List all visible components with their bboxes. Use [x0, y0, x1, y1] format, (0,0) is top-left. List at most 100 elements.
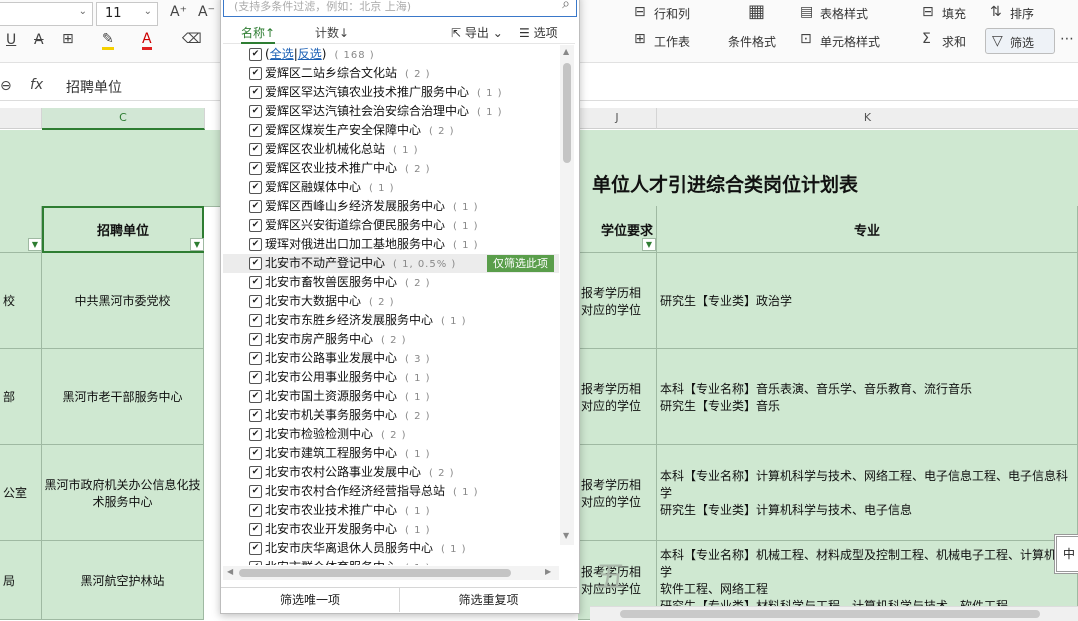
- filter-item-row[interactable]: ✔ 北安市农村合作经济经营指导总站 ( 1 ): [223, 482, 559, 501]
- filter-dropdown-icon[interactable]: ▼: [28, 238, 42, 251]
- fx-icon[interactable]: fx: [30, 77, 43, 93]
- cell-k[interactable]: 本科【专业名称】计算机科学与技术、网络工程、电子信息工程、电子信息科学 研究生【…: [657, 445, 1078, 541]
- cell-k[interactable]: 本科【专业名称】音乐表演、音乐学、音乐教育、流行音乐 研究生【专业类】音乐: [657, 349, 1078, 445]
- checkbox[interactable]: ✔: [249, 447, 262, 460]
- header-cell-c[interactable]: 招聘单位 ▼: [42, 206, 204, 253]
- cell-j[interactable]: 报考学历相 对应的学位: [578, 349, 657, 445]
- filter-item-row[interactable]: ✔ 爱辉区融媒体中心 ( 1 ): [223, 178, 559, 197]
- sheet-horizontal-scrollbar[interactable]: [590, 606, 1078, 621]
- checkbox[interactable]: ✔: [249, 67, 262, 80]
- conditional-format-button[interactable]: 条件格式: [728, 33, 776, 50]
- scroll-thumb[interactable]: [239, 569, 511, 577]
- checkbox[interactable]: ✔: [249, 485, 262, 498]
- sum-button[interactable]: 求和: [942, 33, 966, 50]
- increase-font-icon[interactable]: A⁺: [170, 4, 187, 20]
- scroll-down-icon[interactable]: ▼: [563, 531, 569, 540]
- scroll-thumb[interactable]: [620, 610, 1040, 618]
- export-button[interactable]: ⇱ 导出 ⌄: [451, 24, 503, 41]
- scroll-thumb[interactable]: [563, 63, 571, 163]
- checkbox[interactable]: ✔: [249, 333, 262, 346]
- scroll-up-icon[interactable]: ▲: [563, 47, 569, 56]
- worksheet-button[interactable]: 工作表: [654, 33, 690, 50]
- filter-item-row[interactable]: ✔ 北安市检验检测中心 ( 2 ): [223, 425, 559, 444]
- cell-b[interactable]: 校: [0, 253, 42, 349]
- filter-item-row[interactable]: ✔ 爱辉区西峰山乡经济发展服务中心 ( 1 ): [223, 197, 559, 216]
- table-style-button[interactable]: 表格样式: [820, 5, 868, 22]
- cell-j[interactable]: 报考学历相 对应的学位: [578, 253, 657, 349]
- filter-item-row[interactable]: ✔ 北安市大数据中心 ( 2 ): [223, 292, 559, 311]
- filter-item-row[interactable]: ✔ 爱辉区兴安街道综合便民服务中心 ( 1 ): [223, 216, 559, 235]
- filter-item-row[interactable]: ✔ 北安市农业技术推广中心 ( 1 ): [223, 501, 559, 520]
- column-header-k[interactable]: K: [657, 108, 1078, 129]
- checkbox[interactable]: ✔: [249, 523, 262, 536]
- filter-dropdown-icon[interactable]: ▼: [642, 238, 656, 251]
- only-filter-this-button[interactable]: 仅筛选此项: [487, 255, 554, 272]
- cell-b[interactable]: 局: [0, 541, 42, 620]
- cell-c[interactable]: 黑河市老干部服务中心: [42, 349, 204, 445]
- checkbox[interactable]: ✔: [249, 504, 262, 517]
- filter-item-row[interactable]: ✔ 北安市国土资源服务中心 ( 1 ): [223, 387, 559, 406]
- checkbox[interactable]: ✔: [249, 200, 262, 213]
- tab-sort-by-name[interactable]: 名称↑: [241, 24, 276, 44]
- font-size-select[interactable]: 11 ⌄: [96, 2, 158, 26]
- filter-unique-button[interactable]: 筛选唯一项: [221, 588, 400, 612]
- column-header-b[interactable]: [0, 108, 42, 129]
- checkbox[interactable]: ✔: [249, 561, 262, 565]
- filter-item-row[interactable]: ✔ 北安市机关事务服务中心 ( 2 ): [223, 406, 559, 425]
- header-cell-k[interactable]: 专业: [657, 206, 1078, 253]
- strikethrough-icon[interactable]: A: [34, 32, 44, 48]
- cell-b[interactable]: 公室: [0, 445, 42, 541]
- scroll-right-icon[interactable]: ▶: [545, 567, 551, 576]
- checkbox[interactable]: ✔: [249, 143, 262, 156]
- filter-dropdown-icon[interactable]: ▼: [190, 238, 204, 251]
- filter-item-row[interactable]: ✔ 北安市农村公路事业发展中心 ( 2 ): [223, 463, 559, 482]
- filter-item-row[interactable]: ✔ 北安市畜牧兽医服务中心 ( 2 ): [223, 273, 559, 292]
- font-color-icon[interactable]: A: [142, 31, 152, 50]
- filter-item-row[interactable]: ✔ 爱辉区煤炭生产安全保障中心 ( 2 ): [223, 121, 559, 140]
- tab-sort-by-count[interactable]: 计数↓: [315, 24, 349, 41]
- border-icon[interactable]: ⊞: [62, 31, 74, 47]
- checkbox[interactable]: ✔: [249, 105, 262, 118]
- checkbox[interactable]: ✔: [249, 276, 262, 289]
- horizontal-scrollbar[interactable]: ◀ ▶: [223, 566, 559, 580]
- checkbox[interactable]: ✔: [249, 390, 262, 403]
- highlight-icon[interactable]: ✎: [102, 31, 114, 50]
- checkbox[interactable]: ✔: [249, 542, 262, 555]
- filter-item-row[interactable]: ✔ 爱辉区罕达汽镇农业技术推广服务中心 ( 1 ): [223, 83, 559, 102]
- eraser-icon[interactable]: ⌫: [182, 31, 202, 47]
- checkbox[interactable]: ✔: [249, 162, 262, 175]
- cell-c[interactable]: 中共黑河市委党校: [42, 253, 204, 349]
- checkbox[interactable]: ✔: [249, 86, 262, 99]
- header-cell-b[interactable]: ▼: [0, 206, 42, 253]
- cell-b[interactable]: 部: [0, 349, 42, 445]
- checkbox[interactable]: ✔: [249, 466, 262, 479]
- header-cell-j[interactable]: 学位要求 ▼: [578, 206, 657, 253]
- filter-duplicate-button[interactable]: 筛选重复项: [400, 588, 577, 612]
- filter-item-row[interactable]: ✔ 爱辉区二站乡综合文化站 ( 2 ): [223, 64, 559, 83]
- filter-item-row[interactable]: ✔ 北安市庆华离退休人员服务中心 ( 1 ): [223, 539, 559, 558]
- checkbox[interactable]: ✔: [249, 238, 262, 251]
- select-all-link[interactable]: 全选: [270, 47, 294, 61]
- column-header-c[interactable]: C: [42, 108, 205, 130]
- vertical-scrollbar[interactable]: ▲ ▼: [560, 45, 574, 545]
- scroll-left-icon[interactable]: ◀: [227, 567, 233, 576]
- sort-button[interactable]: 排序: [1010, 5, 1034, 22]
- filter-item-row[interactable]: ✔ 北安市房产服务中心 ( 2 ): [223, 330, 559, 349]
- cell-c[interactable]: 黑河市政府机关办公信息化技术服务中心: [42, 445, 204, 541]
- underline-icon[interactable]: U: [6, 32, 16, 48]
- more-icon[interactable]: ⋯: [1060, 31, 1074, 47]
- row-col-button[interactable]: 行和列: [654, 5, 690, 22]
- select-all-row[interactable]: ✔ (全选|反选)( 168 ): [223, 45, 559, 64]
- checkbox[interactable]: ✔: [249, 48, 262, 61]
- checkbox[interactable]: ✔: [249, 409, 262, 422]
- filter-item-row[interactable]: ✔ 北安市东胜乡经济发展服务中心 ( 1 ): [223, 311, 559, 330]
- checkbox[interactable]: ✔: [249, 428, 262, 441]
- filter-item-row[interactable]: ✔ 瑷珲对俄进出口加工基地服务中心 ( 1 ): [223, 235, 559, 254]
- cell-c[interactable]: 黑河航空护林站: [42, 541, 204, 620]
- checkbox[interactable]: ✔: [249, 219, 262, 232]
- cell-style-button[interactable]: 单元格样式: [820, 33, 880, 50]
- filter-item-row[interactable]: ✔ 爱辉区罕达汽镇社会治安综合治理中心 ( 1 ): [223, 102, 559, 121]
- fill-button[interactable]: 填充: [942, 5, 966, 22]
- formula-input[interactable]: 招聘单位: [66, 77, 122, 97]
- cell-k[interactable]: 研究生【专业类】政治学: [657, 253, 1078, 349]
